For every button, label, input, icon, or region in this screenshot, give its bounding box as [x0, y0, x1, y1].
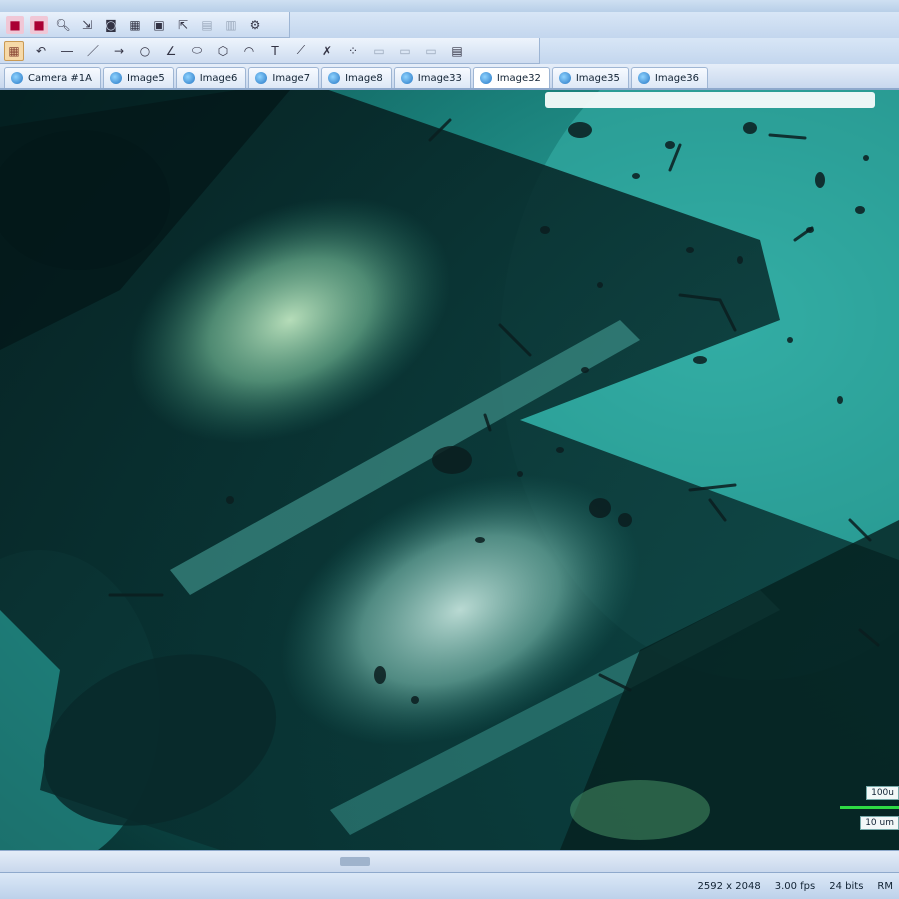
settings-icon[interactable]: ⚙	[246, 16, 264, 34]
undo-icon[interactable]: ↶	[32, 42, 50, 60]
tab-label: Image6	[199, 72, 238, 84]
horizontal-scrollbar[interactable]	[0, 850, 899, 873]
status-bar: 2592 x 2048 3.00 fps 24 bits RM	[0, 872, 899, 899]
image-tab-icon	[182, 72, 195, 84]
image-tab-icon	[110, 72, 123, 84]
tab-image33[interactable]: Image33	[393, 67, 471, 88]
export-icon[interactable]: ⇱	[174, 16, 192, 34]
text-icon[interactable]: T	[266, 42, 284, 60]
image-tab-icon	[11, 72, 23, 84]
picture-icon[interactable]: ▦	[4, 40, 24, 61]
tab-image6[interactable]: Image6	[175, 67, 247, 88]
select-icon[interactable]: ⇲	[78, 16, 96, 34]
status-extra: RM	[877, 880, 893, 892]
slash-line-icon[interactable]: ／	[84, 42, 102, 60]
image-tab-icon	[328, 72, 341, 84]
image-viewport[interactable]: 100u 10 um	[0, 90, 899, 850]
tab-label: Image35	[575, 72, 620, 84]
overlay-label-strip	[545, 92, 875, 108]
arc-icon[interactable]: ◠	[240, 42, 258, 60]
tab-image35[interactable]: Image35	[551, 67, 629, 88]
title-bar	[0, 0, 899, 12]
tab-image8[interactable]: Image8	[321, 67, 392, 88]
tab-image36[interactable]: Image36	[630, 67, 708, 88]
zoom-icon[interactable]: 🔍︎	[54, 16, 72, 34]
cut-icon[interactable]: ▭	[422, 42, 440, 60]
main-toolbar: ■ ■ 🔍︎ ⇲ ◙ ▦ ▣ ⇱ ▤ ▥ ⚙	[0, 12, 290, 38]
delete-icon[interactable]: ✗	[318, 42, 336, 60]
open-icon[interactable]: ■	[30, 15, 48, 34]
ruler-icon[interactable]: ⟋	[292, 42, 310, 60]
ellipse-icon[interactable]: ⬭	[188, 42, 206, 60]
image-tab-bar: Camera #1A Image5 Image6 Image7 Image8 Image3…	[0, 64, 899, 90]
tab-label: Image8	[345, 72, 383, 84]
grid-icon[interactable]: ▦	[126, 16, 144, 34]
polygon-icon[interactable]: ⬡	[214, 42, 232, 60]
image-tab-icon	[400, 72, 413, 84]
tab-label: Image33	[417, 72, 462, 84]
tab-label: Image36	[654, 72, 699, 84]
status-bits: 24 bits	[829, 880, 864, 892]
toolbar-background	[540, 38, 899, 64]
line-icon[interactable]: ―	[58, 42, 76, 60]
toolbar-background	[290, 12, 899, 38]
tab-label: Image5	[127, 72, 165, 84]
layer-icon[interactable]: ▤	[448, 42, 466, 60]
scale-label-top: 100u	[866, 786, 899, 800]
tab-label: Image32	[496, 72, 541, 84]
image-tab-icon	[558, 72, 571, 84]
tab-image5[interactable]: Image5	[103, 67, 174, 88]
image-tab-icon	[479, 72, 492, 84]
scale-label-bottom: 10 um	[860, 816, 899, 830]
print-icon[interactable]: ▥	[222, 16, 240, 34]
circle-icon[interactable]: ○	[136, 42, 154, 60]
paste-icon[interactable]: ▭	[396, 42, 414, 60]
tab-label: Camera #1A	[28, 72, 93, 84]
camera-icon[interactable]: ◙	[102, 16, 120, 34]
microscope-image	[0, 90, 899, 850]
image-tab-icon	[637, 72, 650, 84]
tab-label: Image7	[272, 72, 311, 84]
tab-image32[interactable]: Image32	[472, 67, 550, 88]
marker-icon[interactable]: ⁘	[344, 42, 362, 60]
image-tab-icon	[255, 72, 268, 84]
capture-icon[interactable]: ▣	[150, 16, 168, 34]
copy-icon[interactable]: ▭	[370, 42, 388, 60]
status-dimensions: 2592 x 2048	[697, 880, 761, 892]
arrow-icon[interactable]: →	[110, 42, 128, 60]
tab-image7[interactable]: Image7	[248, 67, 320, 88]
tab-camera-1a[interactable]: Camera #1A	[4, 67, 102, 88]
measure-toolbar: ▦ ↶ ― ／ → ○ ∠ ⬭ ⬡ ◠ T ⟋ ✗ ⁘ ▭ ▭ ▭ ▤	[0, 38, 540, 64]
scale-bar	[840, 806, 899, 809]
scrollbar-thumb[interactable]	[340, 857, 370, 866]
angle-icon[interactable]: ∠	[162, 42, 180, 60]
save-icon[interactable]: ▤	[198, 16, 216, 34]
status-fps: 3.00 fps	[774, 880, 816, 892]
new-icon[interactable]: ■	[6, 15, 24, 34]
